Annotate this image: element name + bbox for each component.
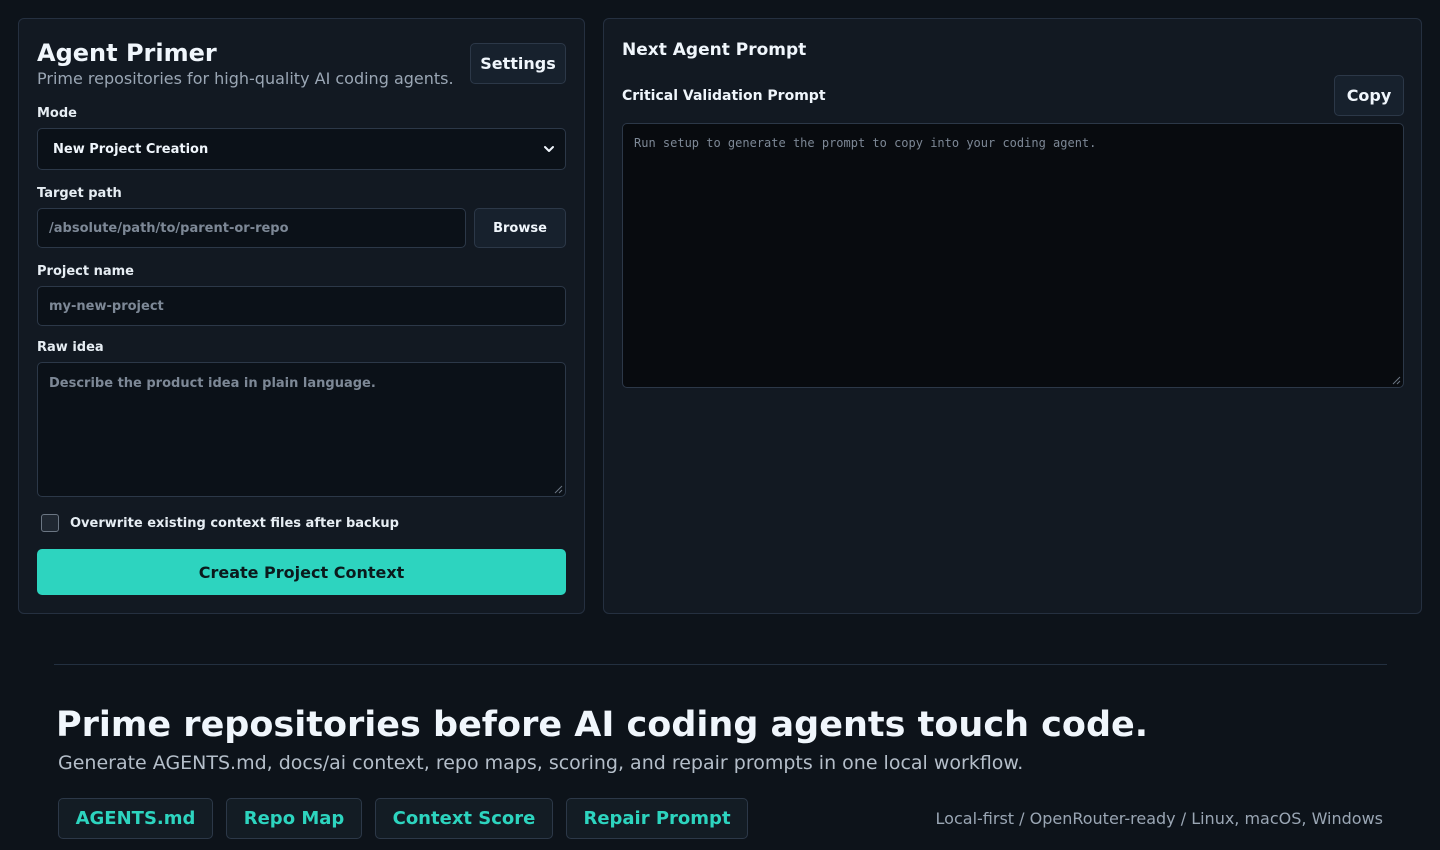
- hero-subtitle: Generate AGENTS.md, docs/ai context, rep…: [58, 752, 1024, 774]
- raw-idea-placeholder: Describe the product idea in plain langu…: [49, 376, 376, 391]
- project-name-label: Project name: [37, 264, 134, 279]
- hero-title: Prime repositories before AI coding agen…: [56, 705, 1149, 745]
- prompt-placeholder: Run setup to generate the prompt to copy…: [634, 136, 1097, 150]
- project-setup-panel: Agent Primer Prime repositories for high…: [18, 18, 585, 614]
- feature-chip-context-score: Context Score: [375, 798, 553, 839]
- create-project-context-button[interactable]: Create Project Context: [37, 549, 566, 595]
- target-path-input[interactable]: /absolute/path/to/parent-or-repo: [37, 208, 466, 248]
- overwrite-checkbox[interactable]: [41, 514, 59, 532]
- raw-idea-label: Raw idea: [37, 340, 104, 355]
- chevron-down-icon: [544, 146, 554, 152]
- feature-chip-repo-map: Repo Map: [226, 798, 362, 839]
- project-name-placeholder: my-new-project: [49, 298, 164, 314]
- prompt-textarea[interactable]: Run setup to generate the prompt to copy…: [622, 123, 1404, 388]
- section-divider: [54, 664, 1387, 665]
- feature-chip-agents-md: AGENTS.md: [58, 798, 213, 839]
- mode-selected-value: New Project Creation: [53, 141, 209, 157]
- settings-button[interactable]: Settings: [470, 43, 566, 84]
- target-path-placeholder: /absolute/path/to/parent-or-repo: [49, 220, 289, 236]
- raw-idea-textarea[interactable]: Describe the product idea in plain langu…: [37, 362, 566, 497]
- target-path-label: Target path: [37, 186, 122, 201]
- next-agent-prompt-panel: Next Agent Prompt Critical Validation Pr…: [603, 18, 1422, 614]
- project-name-input[interactable]: my-new-project: [37, 286, 566, 326]
- app-subtitle: Prime repositories for high-quality AI c…: [37, 69, 454, 88]
- overwrite-checkbox-label[interactable]: Overwrite existing context files after b…: [70, 516, 399, 531]
- feature-chip-repair-prompt: Repair Prompt: [566, 798, 748, 839]
- browse-button[interactable]: Browse: [474, 208, 566, 248]
- resize-grip-icon[interactable]: [1392, 376, 1401, 385]
- mode-select[interactable]: New Project Creation: [37, 128, 566, 170]
- panel-title: Next Agent Prompt: [622, 40, 807, 60]
- copy-button[interactable]: Copy: [1334, 75, 1404, 116]
- resize-grip-icon[interactable]: [554, 485, 563, 494]
- mode-label: Mode: [37, 106, 77, 121]
- prompt-label: Critical Validation Prompt: [622, 88, 826, 104]
- platform-note: Local-first / OpenRouter-ready / Linux, …: [935, 809, 1383, 828]
- app-title: Agent Primer: [37, 39, 217, 67]
